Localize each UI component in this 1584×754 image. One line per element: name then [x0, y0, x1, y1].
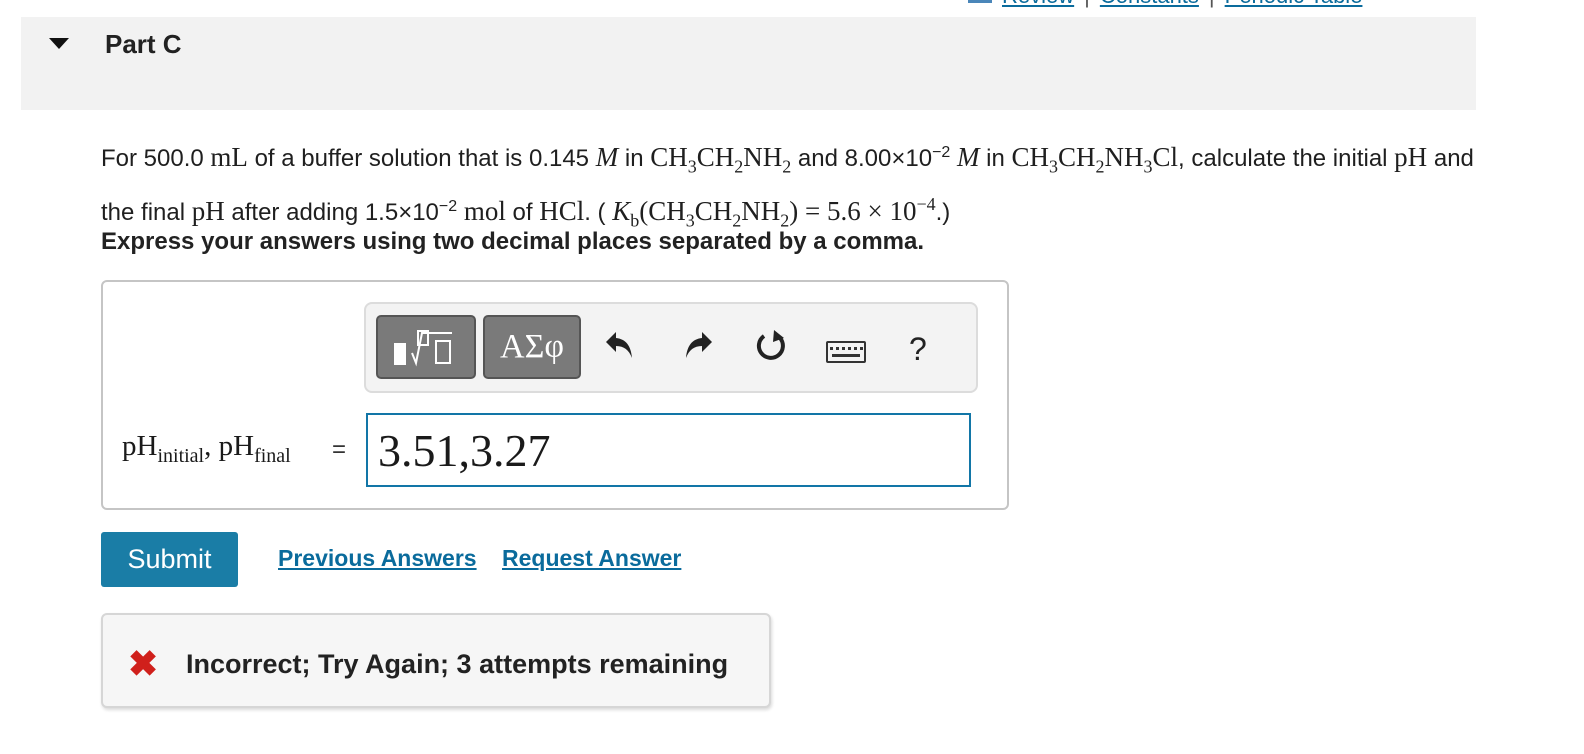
request-answer-link[interactable]: Request Answer: [502, 545, 681, 572]
collapse-caret-icon[interactable]: [49, 38, 69, 49]
question-text: For 500.0 mL of a buffer solution that i…: [101, 142, 1474, 231]
undo-icon[interactable]: [604, 328, 634, 370]
periodic-table-link[interactable]: Periodic Table: [1225, 0, 1363, 9]
formula-ethylammonium-chloride: CH3CH2NH3Cl: [1011, 142, 1179, 177]
help-icon[interactable]: ?: [909, 331, 927, 368]
part-title: Part C: [105, 29, 182, 59]
separator: |: [1084, 0, 1090, 9]
keyboard-icon[interactable]: [826, 341, 866, 363]
previous-answers-link[interactable]: Previous Answers: [278, 545, 477, 572]
templates-button[interactable]: [376, 315, 476, 379]
formula-ethylamine: CH3CH2NH2: [650, 142, 792, 177]
review-link[interactable]: Review: [1002, 0, 1074, 9]
answer-label: pHinitial, pHfinal: [122, 430, 291, 467]
part-header[interactable]: [21, 17, 1476, 110]
top-links: Review | Constants | Periodic Table: [968, 0, 1363, 9]
equals-sign: =: [332, 436, 347, 463]
review-icon[interactable]: [968, 0, 992, 3]
kb-expression: Kb(CH3CH2NH2) = 5.6 × 10−4: [612, 194, 936, 231]
greek-symbols-button[interactable]: ΑΣφ: [483, 315, 581, 379]
constants-link[interactable]: Constants: [1100, 0, 1199, 9]
answer-input[interactable]: [366, 413, 971, 487]
redo-icon[interactable]: [684, 328, 714, 370]
templates-icon: [394, 330, 452, 367]
incorrect-x-icon: ✖: [128, 643, 159, 684]
separator: |: [1209, 0, 1215, 9]
submit-button[interactable]: Submit: [101, 532, 238, 587]
feedback-message: Incorrect; Try Again; 3 attempts remaini…: [186, 649, 729, 679]
instruction-text: Express your answers using two decimal p…: [101, 228, 925, 255]
reset-icon[interactable]: [754, 328, 788, 372]
